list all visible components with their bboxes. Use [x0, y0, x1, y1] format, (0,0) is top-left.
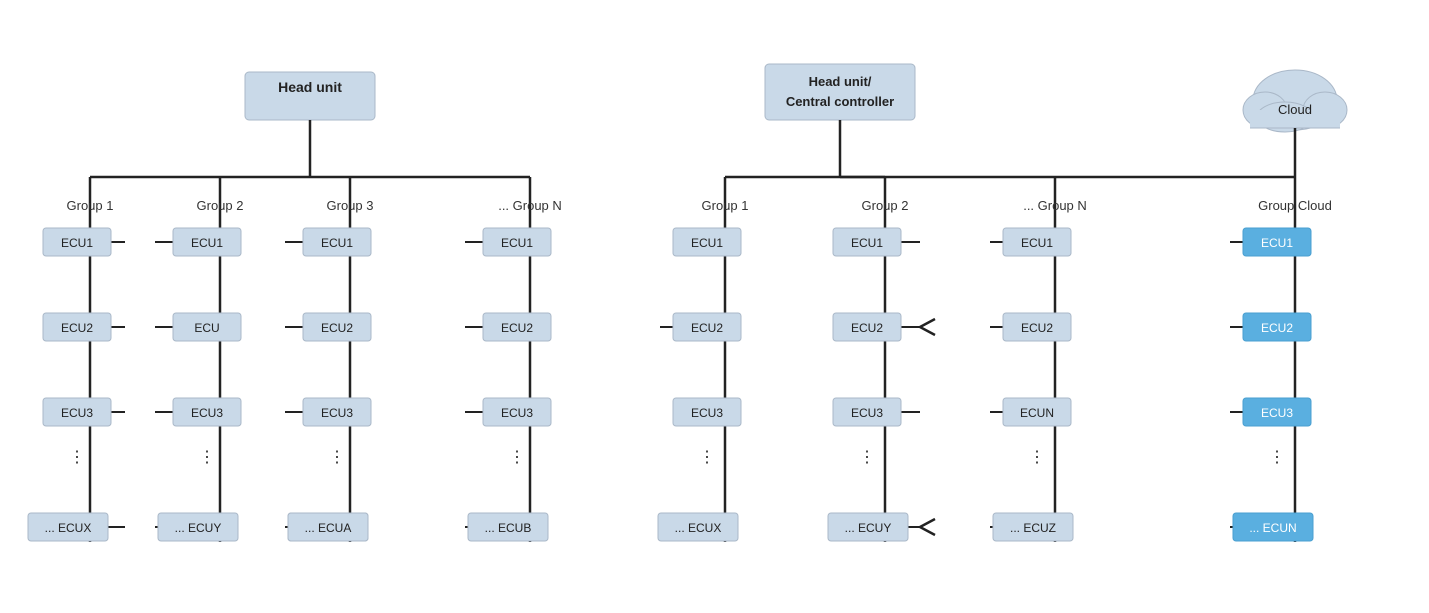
svg-text:... ECUN: ... ECUN	[1249, 521, 1296, 535]
svg-text:ECU3: ECU3	[690, 406, 722, 420]
svg-text:⋮: ⋮	[69, 449, 85, 466]
svg-text:... ECUY: ... ECUY	[844, 521, 891, 535]
svg-text:ECU3: ECU3	[850, 406, 882, 420]
svg-text:... ECUX: ... ECUX	[44, 521, 91, 535]
svg-text:ECU1: ECU1	[320, 236, 352, 250]
svg-text:⋮: ⋮	[199, 449, 215, 466]
svg-text:ECU3: ECU3	[190, 406, 222, 420]
svg-text:ECU1: ECU1	[500, 236, 532, 250]
main-diagram: Head unit Group 1 ECU1 ECU2 ECU3 ⋮ ... E…	[25, 22, 1405, 592]
svg-text:⋮: ⋮	[509, 449, 525, 466]
svg-text:Central controller: Central controller	[785, 94, 893, 109]
left-groupN-label: ... Group N	[498, 198, 562, 213]
svg-text:... ECUA: ... ECUA	[304, 521, 351, 535]
svg-text:ECU1: ECU1	[1020, 236, 1052, 250]
svg-text:ECU2: ECU2	[1020, 321, 1052, 335]
right-head-unit-label: Head unit/	[808, 74, 871, 89]
svg-text:⋮: ⋮	[329, 449, 345, 466]
svg-text:ECU3: ECU3	[60, 406, 92, 420]
svg-text:Cloud: Cloud	[1278, 102, 1312, 117]
svg-text:... ECUB: ... ECUB	[484, 521, 531, 535]
left-head-unit-label: Head unit	[278, 79, 342, 95]
svg-text:ECUN: ECUN	[1019, 406, 1053, 420]
right-head-unit-box	[765, 64, 915, 120]
svg-text:ECU2: ECU2	[1260, 321, 1292, 335]
svg-text:... ECUX: ... ECUX	[674, 521, 721, 535]
svg-text:ECU2: ECU2	[320, 321, 352, 335]
svg-text:ECU1: ECU1	[850, 236, 882, 250]
svg-text:... ECUY: ... ECUY	[174, 521, 221, 535]
svg-text:ECU3: ECU3	[1260, 406, 1292, 420]
left-group3-label: Group 3	[326, 198, 373, 213]
svg-text:⋮: ⋮	[699, 449, 715, 466]
svg-text:⋮: ⋮	[1029, 449, 1045, 466]
svg-text:ECU2: ECU2	[60, 321, 92, 335]
svg-text:ECU2: ECU2	[500, 321, 532, 335]
svg-text:ECU3: ECU3	[500, 406, 532, 420]
svg-text:ECU1: ECU1	[60, 236, 92, 250]
svg-text:ECU2: ECU2	[690, 321, 722, 335]
right-groupcloud-label: Group Cloud	[1258, 198, 1332, 213]
svg-text:ECU1: ECU1	[690, 236, 722, 250]
svg-text:⋮: ⋮	[859, 449, 875, 466]
svg-text:ECU2: ECU2	[850, 321, 882, 335]
left-group2-label: Group 2	[196, 198, 243, 213]
svg-text:⋮: ⋮	[1269, 449, 1285, 466]
left-group1-label: Group 1	[66, 198, 113, 213]
right-g2-split-ecuy	[920, 519, 935, 535]
right-groupN-label: ... Group N	[1023, 198, 1087, 213]
cloud-shape: Cloud	[1243, 70, 1347, 132]
svg-text:... ECUZ: ... ECUZ	[1009, 521, 1055, 535]
svg-text:ECU1: ECU1	[190, 236, 222, 250]
right-g2-split-ecu2	[920, 319, 935, 335]
svg-text:ECU: ECU	[194, 321, 219, 335]
svg-text:ECU3: ECU3	[320, 406, 352, 420]
svg-text:ECU1: ECU1	[1260, 236, 1292, 250]
right-group2-label: Group 2	[861, 198, 908, 213]
right-group1-label: Group 1	[701, 198, 748, 213]
